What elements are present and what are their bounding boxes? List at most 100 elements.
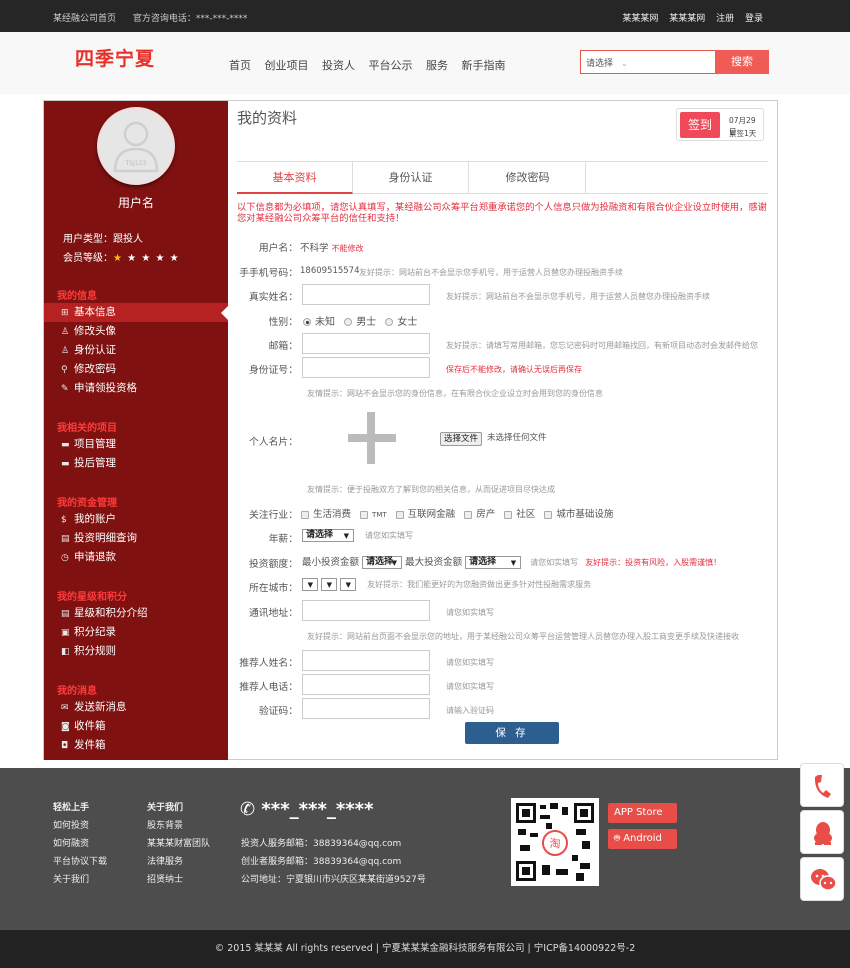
android-button[interactable]: 🤖︎ Android [608, 829, 677, 849]
app-store-button[interactable]: APP Store [608, 803, 677, 823]
industry-checkbox[interactable] [544, 510, 553, 519]
nav-services[interactable]: 服务 [426, 59, 448, 72]
referrer-name-input[interactable] [302, 650, 430, 671]
float-qq-button[interactable] [800, 810, 844, 854]
invest-warning: 友好提示：投资有风险，入股需谨慎！ [585, 558, 722, 567]
star-rating: ★ ★ ★ ★ ★ [113, 253, 180, 264]
phone-value: 18609515574 [300, 266, 360, 276]
referrer-phone-input[interactable] [302, 674, 430, 695]
sidebar-item-outbox[interactable]: ◘ 发件箱 [44, 736, 228, 755]
footer-link[interactable]: 如何融资 [53, 835, 107, 853]
sidebar-item-project-mgmt[interactable]: ▬ 项目管理 [44, 435, 228, 454]
industry-checkbox[interactable] [301, 510, 309, 519]
chevron-down-icon: ⌄ [621, 59, 628, 68]
industry-checkbox[interactable] [360, 510, 369, 519]
top-link-1[interactable]: 某某某网 [622, 14, 658, 24]
invest-hint: 请您如实填写 [530, 558, 579, 567]
sidebar-item-change-avatar[interactable]: ♙ 修改头像 [44, 322, 228, 341]
sidebar-item-basic-info[interactable]: ⊞ 基本信息 [44, 303, 228, 322]
invest-min-select[interactable]: 请选择 ▼ [362, 556, 403, 569]
gender-radio-male[interactable] [344, 318, 353, 326]
company-address: 公司地址：宁夏银川市兴庆区某某街道9527号 [241, 875, 426, 885]
username-value: 不科学 不能修改 [300, 243, 364, 254]
top-bar: 某经融公司首页 官方咨询电话：***-***-**** 某某某网 某某某网 注册… [0, 0, 850, 32]
choose-file-button[interactable]: 选择文件 [440, 432, 483, 446]
sidebar-item-points-record[interactable]: ▣ 积分纪录 [44, 623, 228, 642]
address-input[interactable] [302, 600, 430, 621]
footer-link[interactable]: 平台协议下载 [53, 853, 107, 871]
search-category-select[interactable]: 请选择 ⌄ [586, 56, 628, 69]
nav-guide[interactable]: 新手指南 [462, 59, 506, 72]
tabs: 基本资料 身份认证 修改密码 [237, 161, 768, 194]
sidebar-item-refund[interactable]: ◷ 申请退款 [44, 548, 228, 567]
nav-investors[interactable]: 投资人 [322, 59, 355, 72]
email-input[interactable] [302, 333, 430, 354]
salary-hint: 请您如实填写 [365, 531, 414, 540]
register-link[interactable]: 注册 [716, 14, 734, 24]
invest-row: 最小投资金额 请选择 ▼ 最大投资金额 请选择 ▼ 请您如实填写 友好提示：投资有风… [302, 556, 722, 569]
industry-checkbox[interactable] [464, 510, 473, 519]
search-button[interactable]: 搜索 [715, 50, 769, 74]
sidebar-item-points-rules[interactable]: ◧ 积分规则 [44, 642, 228, 661]
tab-identity[interactable]: 身份认证 [353, 162, 469, 194]
key-icon: ⚲ [61, 365, 68, 375]
sidebar: TSJ123 用户名 用户类型：跟投人 会员等级：★ ★ ★ ★ ★ 我的信息 … [44, 101, 228, 760]
province-select[interactable]: ▼ [302, 578, 318, 591]
idcard-label: 身份证号： [249, 365, 298, 376]
image-icon: ▣ [61, 628, 70, 638]
city-select[interactable]: ▼ [321, 578, 338, 591]
invest-max-select[interactable]: 请选择 ▼ [465, 556, 522, 569]
sidebar-item-invest-details[interactable]: ▤ 投资明细查询 [44, 529, 228, 548]
logo[interactable]: 四季宁夏 [75, 44, 155, 71]
file-status: 未选择任何文件 [487, 433, 547, 443]
industry-checkbox[interactable] [395, 510, 404, 519]
sidebar-item-change-password[interactable]: ⚲ 修改密码 [44, 360, 228, 379]
section-stars-points: 我的星级和积分 [57, 592, 127, 603]
sidebar-item-inbox[interactable]: ◙ 收件箱 [44, 717, 228, 736]
footer-link[interactable]: 某某某财富团队 [147, 835, 210, 853]
footer-contact-info: 投资人服务邮箱：38839364@qq.com 创业者服务邮箱：38839364… [241, 835, 426, 889]
salary-select[interactable]: 请选择 ▼ [302, 529, 354, 542]
district-select[interactable]: ▼ [340, 578, 357, 591]
industry-checkbox[interactable] [504, 510, 513, 519]
company-home-link[interactable]: 某经融公司首页 [53, 14, 116, 24]
sidebar-item-stars-intro[interactable]: ▤ 星级和积分介绍 [44, 604, 228, 623]
tab-password[interactable]: 修改密码 [470, 162, 586, 194]
gender-radio-female[interactable] [385, 318, 394, 326]
checkin-button[interactable]: 签到 [680, 112, 720, 138]
tab-basic-info[interactable]: 基本资料 [237, 162, 353, 194]
content-wrapper: TSJ123 用户名 用户类型：跟投人 会员等级：★ ★ ★ ★ ★ 我的信息 … [43, 100, 778, 760]
industry-label: 关注行业： [249, 510, 298, 521]
sidebar-item-new-message[interactable]: ✉ 发送新消息 [44, 698, 228, 717]
idcard-input[interactable] [302, 357, 430, 378]
idcard-warning: 保存后不能修改，请确认无误后再保存 [446, 365, 582, 374]
salary-label: 年薪： [268, 534, 298, 545]
captcha-input[interactable] [302, 698, 430, 719]
footer-link[interactable]: 法律服务 [147, 853, 210, 871]
float-wechat-button[interactable] [800, 857, 844, 901]
login-link[interactable]: 登录 [745, 14, 763, 24]
top-link-2[interactable]: 某某某网 [669, 14, 705, 24]
nav-home[interactable]: 首页 [229, 59, 251, 72]
address-hint: 请您如实填写 [446, 608, 494, 617]
footer-link[interactable]: 关于我们 [53, 871, 107, 889]
sidebar-item-my-account[interactable]: $ 我的账户 [44, 510, 228, 529]
nav-projects[interactable]: 创业项目 [265, 59, 309, 72]
coin-icon: $ [61, 515, 67, 525]
gender-radio-unknown[interactable] [303, 318, 311, 326]
footer-link[interactable]: 如何投资 [53, 817, 107, 835]
clock-icon: ◷ [61, 553, 69, 563]
float-phone-button[interactable] [800, 763, 844, 807]
avatar[interactable]: TSJ123 [97, 107, 175, 185]
save-button[interactable]: 保 存 [465, 722, 559, 744]
inbox-icon: ◙ [61, 722, 70, 732]
sidebar-item-lead-investor[interactable]: ✎ 申请领投资格 [44, 379, 228, 398]
sidebar-item-identity[interactable]: ♙ 身份认证 [44, 341, 228, 360]
footer-link[interactable]: 招贤纳士 [147, 871, 210, 889]
user-silhouette-icon: TSJ123 [113, 121, 159, 173]
nav-announcements[interactable]: 平台公示 [369, 59, 413, 72]
upload-plus-icon[interactable] [348, 412, 396, 464]
realname-input[interactable] [302, 284, 430, 305]
footer-link[interactable]: 股东背景 [147, 817, 210, 835]
sidebar-item-post-invest[interactable]: ▬ 投后管理 [44, 454, 228, 473]
